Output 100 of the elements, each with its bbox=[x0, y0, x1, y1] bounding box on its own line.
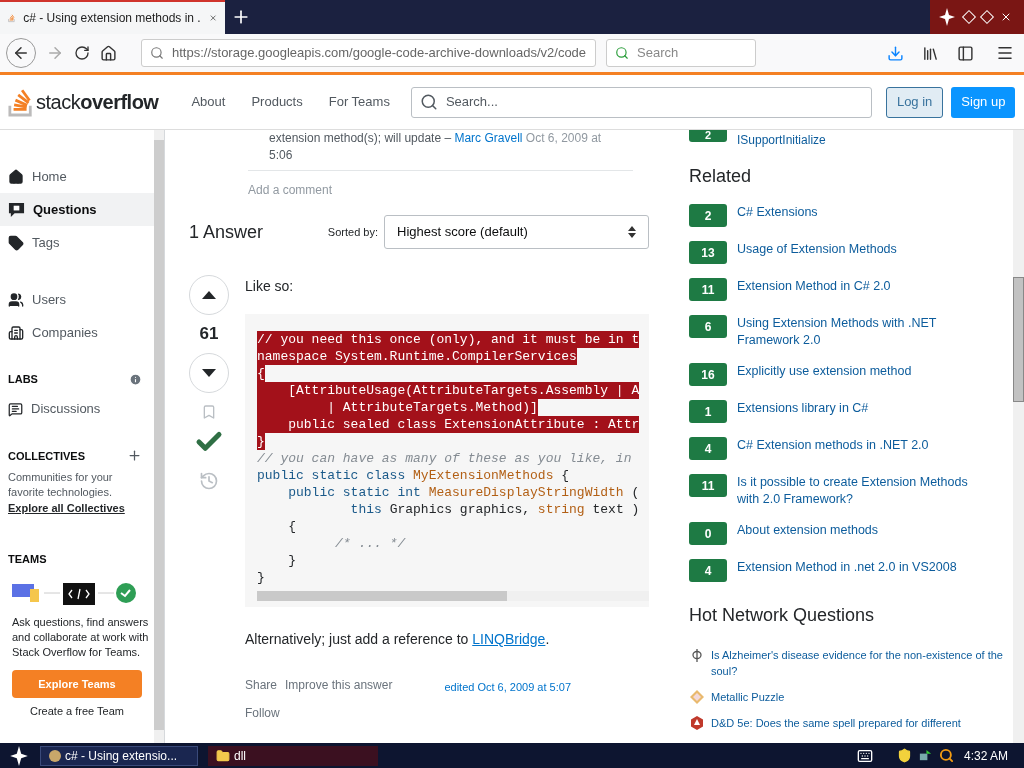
related-question-link[interactable]: Extension Method in .net 2.0 in VS2008 bbox=[737, 559, 987, 576]
close-window-icon[interactable] bbox=[1000, 11, 1012, 23]
up-triangle-icon bbox=[202, 291, 216, 299]
score-badge[interactable]: 4 bbox=[689, 559, 727, 582]
keyboard-icon[interactable] bbox=[856, 747, 873, 764]
clock: 4:32 AM bbox=[963, 747, 1008, 765]
post-action-link[interactable]: Share bbox=[245, 676, 278, 694]
home-icon[interactable] bbox=[100, 44, 117, 62]
score-badge[interactable]: 1 bbox=[689, 400, 727, 423]
score-badge[interactable]: 0 bbox=[689, 522, 727, 545]
building-icon bbox=[8, 324, 24, 341]
library-icon[interactable] bbox=[922, 44, 939, 62]
network-icon[interactable] bbox=[917, 748, 933, 763]
related-question-link[interactable]: C# Extension methods in .NET 2.0 bbox=[737, 437, 987, 454]
related-question-link[interactable]: Is it possible to create Extension Methods with 2.0 Framework? bbox=[737, 474, 987, 508]
menu-icon[interactable] bbox=[996, 44, 1014, 62]
address-bar[interactable]: https://storage.googleapis.com/google-code-archive-downloads/v2/code bbox=[141, 39, 596, 67]
sidebar-item[interactable]: Questions bbox=[0, 193, 154, 226]
nav-link[interactable]: About bbox=[180, 92, 237, 112]
code-line: // you can have as many of these as you like, in bbox=[257, 450, 632, 467]
score-badge[interactable]: 4 bbox=[689, 437, 727, 460]
sort-select[interactable]: Highest score (default) bbox=[384, 215, 649, 249]
teams-text: Ask questions, find answers and collaborate at work with Stack Overflow for Teams. bbox=[11, 615, 150, 660]
linqbridge-link[interactable]: LINQBridge bbox=[472, 631, 546, 647]
score-badge[interactable]: 11 bbox=[689, 474, 727, 497]
sidebar-item[interactable]: Home bbox=[0, 160, 154, 193]
comment-author-link[interactable]: Marc Gravell bbox=[454, 131, 523, 145]
nav-link[interactable]: For Teams bbox=[317, 92, 401, 112]
score-badge[interactable]: 11 bbox=[689, 278, 727, 301]
hot-question-link[interactable]: Metallic Puzzle bbox=[711, 689, 1007, 705]
score-badge[interactable]: 13 bbox=[689, 241, 727, 264]
tag-icon bbox=[8, 234, 24, 251]
code-line: { bbox=[287, 518, 296, 535]
score-badge[interactable]: 2 bbox=[689, 204, 727, 227]
dice-icon bbox=[689, 715, 705, 731]
users-icon bbox=[8, 291, 24, 308]
search-field[interactable]: Search bbox=[606, 39, 756, 67]
collectives-link[interactable]: Explore all Collectives bbox=[0, 500, 154, 517]
section-heading: TEAMS bbox=[7, 551, 48, 567]
related-question-link[interactable]: Usage of Extension Methods bbox=[737, 241, 987, 258]
section-heading: COLLECTIVES bbox=[8, 448, 85, 464]
code-line: } bbox=[257, 569, 265, 586]
search-icon bbox=[615, 46, 629, 60]
sidebar-item[interactable]: Companies bbox=[0, 316, 154, 349]
nav-link[interactable]: Products bbox=[240, 92, 314, 112]
sort-label: Sorted by: bbox=[327, 224, 378, 240]
related-question-link[interactable]: About extension methods bbox=[737, 522, 987, 539]
related-question-link[interactable]: C# Extensions bbox=[737, 204, 987, 221]
code-line: public static int MeasureDisplayStringWidth ( bbox=[287, 484, 640, 501]
sidebar-item[interactable]: Tags bbox=[0, 226, 154, 259]
create-team-link[interactable]: Create a free Team bbox=[0, 703, 154, 720]
tab-title: c# - Using extension methods in . bbox=[23, 10, 201, 27]
message-icon bbox=[8, 401, 23, 417]
shield-icon[interactable] bbox=[896, 748, 912, 763]
sidebar-scrollbar[interactable] bbox=[154, 130, 164, 743]
score-badge[interactable]: 2 bbox=[689, 130, 727, 142]
phi-icon bbox=[689, 647, 705, 663]
star-icon bbox=[938, 7, 956, 27]
related-question-link[interactable]: Extension Method in C# 2.0 bbox=[737, 278, 987, 295]
hot-question-link[interactable]: Is Alzheimer's disease evidence for the non-existence of the soul? bbox=[711, 647, 1007, 679]
sidebar-item[interactable]: Discussions bbox=[0, 392, 154, 426]
plus-icon[interactable] bbox=[127, 448, 142, 464]
score-badge[interactable]: 6 bbox=[689, 315, 727, 338]
login-button[interactable]: Log in bbox=[885, 86, 944, 118]
reload-icon[interactable] bbox=[74, 45, 90, 61]
home-icon bbox=[8, 168, 24, 185]
down-triangle-icon bbox=[202, 368, 216, 377]
info-icon[interactable] bbox=[129, 372, 142, 386]
speech-bubble-icon bbox=[8, 201, 25, 218]
sort-arrows-icon bbox=[628, 226, 636, 238]
post-action-link[interactable]: Follow bbox=[245, 704, 393, 722]
related-question-link[interactable]: Explicitly use extension method bbox=[737, 363, 987, 380]
folder-icon bbox=[216, 748, 230, 763]
answer-text: Like so: bbox=[245, 277, 295, 296]
logo-text[interactable]: stackoverflow bbox=[36, 87, 159, 117]
sidebar-item[interactable]: Users bbox=[0, 283, 154, 316]
post-action-link[interactable]: Improve this answer bbox=[285, 676, 393, 694]
related-question-link[interactable]: Extensions library in C# bbox=[737, 400, 987, 417]
sidebar-icon[interactable] bbox=[957, 44, 974, 62]
code-line: /* ... */ bbox=[334, 535, 406, 552]
score-badge[interactable]: 16 bbox=[689, 363, 727, 386]
search-icon bbox=[419, 93, 438, 111]
section-heading: LABS bbox=[8, 372, 38, 387]
taskbar-button[interactable]: c# - Using extensio... bbox=[40, 745, 198, 766]
hot-question-link[interactable]: D&D 5e: Does the same spell prepared for different bbox=[711, 715, 1007, 731]
taskbar-button[interactable]: dll bbox=[208, 745, 378, 766]
edited-link[interactable]: edited Oct 6, 2009 at 5:07 bbox=[444, 679, 571, 722]
related-heading: Related bbox=[689, 165, 753, 188]
stack-logo-icon[interactable] bbox=[8, 87, 34, 117]
collectives-text: Communities for your favorite technologies. bbox=[7, 470, 114, 500]
vote-count: 61 bbox=[199, 323, 219, 345]
related-question-link[interactable]: Using Extension Methods with .NET Framework 2.0 bbox=[737, 315, 987, 349]
linked-question-link[interactable]: ISupportInitialize bbox=[737, 131, 826, 149]
site-search-field[interactable]: Search... bbox=[410, 86, 872, 118]
search-icon[interactable] bbox=[938, 748, 954, 763]
page-scrollbar[interactable] bbox=[1013, 130, 1024, 743]
diamond-icon bbox=[689, 689, 705, 705]
download-icon[interactable] bbox=[887, 44, 904, 62]
code-scrollbar[interactable] bbox=[257, 591, 649, 601]
browser-tab[interactable]: c# - Using extension methods in . bbox=[0, 0, 225, 34]
